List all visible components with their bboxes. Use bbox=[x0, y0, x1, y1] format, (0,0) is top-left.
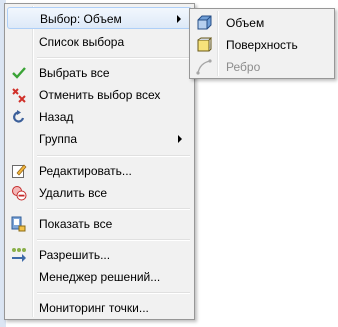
menu-item-selection-volume[interactable]: Выбор: Объем bbox=[7, 7, 192, 29]
menu-item-delete-all[interactable]: Удалить все bbox=[7, 182, 192, 204]
menu-item-label: Назад bbox=[39, 110, 74, 124]
menu-item-label: Менеджер решений... bbox=[39, 270, 161, 284]
menu-item-label: Мониторинг точки... bbox=[39, 301, 149, 315]
menu-item-select-all[interactable]: Выбрать все bbox=[7, 62, 192, 84]
edit-icon bbox=[11, 163, 27, 179]
submenu-item-label: Поверхность bbox=[226, 38, 298, 52]
menu-item-solution-manager[interactable]: Менеджер решений... bbox=[7, 266, 192, 288]
menu-separator bbox=[37, 155, 190, 157]
checkmark-icon bbox=[11, 65, 27, 81]
menu-separator bbox=[37, 292, 190, 294]
menu-item-edit[interactable]: Редактировать... bbox=[7, 160, 192, 182]
delete-icon bbox=[11, 185, 27, 201]
back-arrow-icon bbox=[11, 109, 27, 125]
menu-item-group[interactable]: Группа bbox=[7, 128, 192, 150]
menu-item-back[interactable]: Назад bbox=[7, 106, 192, 128]
menu-item-label: Показать все bbox=[39, 217, 113, 231]
edge-icon bbox=[196, 59, 212, 75]
menu-item-show-all[interactable]: Показать все bbox=[7, 213, 192, 235]
menu-item-label: Отменить выбор всех bbox=[39, 88, 161, 102]
submenu-arrow-icon bbox=[178, 135, 182, 143]
submenu-item-edge: Ребро bbox=[192, 56, 332, 78]
context-menu: Выбор: Объем Список выбора Выбрать все О… bbox=[4, 3, 195, 320]
menu-item-point-monitoring[interactable]: Мониторинг точки... bbox=[7, 297, 192, 319]
menu-item-selection-list[interactable]: Список выбора bbox=[7, 31, 192, 53]
menu-separator bbox=[37, 208, 190, 210]
submenu-item-surface[interactable]: Поверхность bbox=[192, 34, 332, 56]
menu-separator bbox=[37, 57, 190, 59]
menu-item-label: Группа bbox=[39, 132, 78, 146]
menu-item-label: Разрешить... bbox=[39, 248, 111, 262]
menu-item-label: Редактировать... bbox=[39, 164, 132, 178]
menu-item-label: Список выбора bbox=[39, 35, 125, 49]
submenu-arrow-icon bbox=[177, 15, 181, 23]
submenu-item-volume[interactable]: Объем bbox=[192, 12, 332, 34]
menu-item-resolve[interactable]: Разрешить... bbox=[7, 244, 192, 266]
resolve-icon bbox=[11, 247, 27, 263]
menu-separator bbox=[37, 239, 190, 241]
volume-cube-icon bbox=[196, 15, 212, 31]
menu-item-deselect-all[interactable]: Отменить выбор всех bbox=[7, 84, 192, 106]
menu-item-label: Выбрать все bbox=[39, 66, 110, 80]
submenu-item-label: Ребро bbox=[226, 60, 261, 74]
menu-item-label: Выбор: Объем bbox=[40, 12, 122, 26]
show-all-icon bbox=[11, 216, 27, 232]
selection-submenu: Объем Поверхность Ребро bbox=[189, 8, 335, 79]
submenu-item-label: Объем bbox=[226, 16, 265, 30]
menu-item-label: Удалить все bbox=[39, 186, 108, 200]
surface-icon bbox=[196, 37, 212, 53]
deselect-icon bbox=[11, 87, 27, 103]
